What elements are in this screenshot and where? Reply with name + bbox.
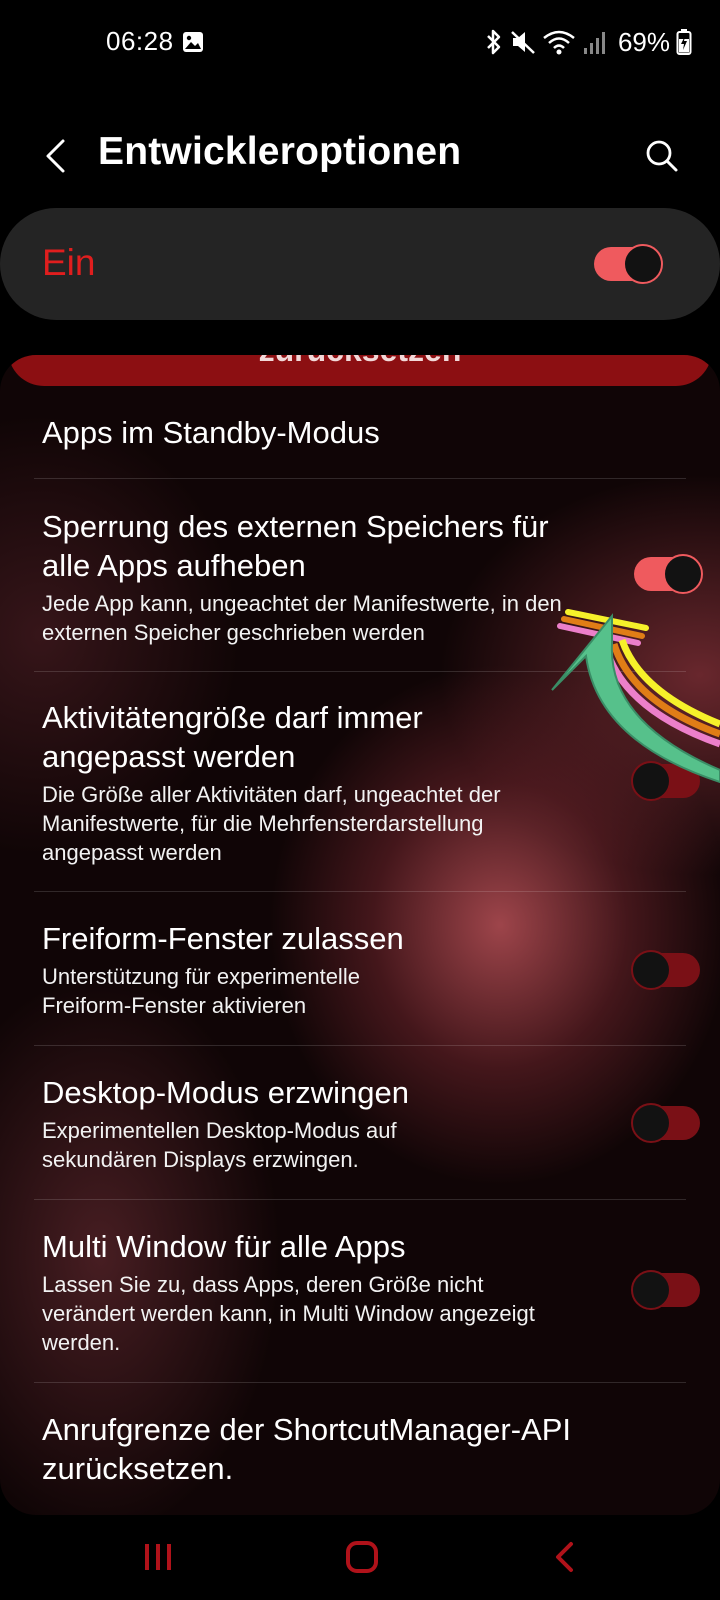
status-bar: 06:28 69% [0,0,720,90]
master-switch-label: Ein [42,242,96,283]
battery-percent: 69% [617,26,670,57]
divider [34,478,686,479]
screen: 06:28 69% Entwickleroptionen Ein Apps im… [0,0,720,1600]
setting-title: Apps im Standby-Modus [42,415,380,450]
toggle-knob [663,554,703,594]
back-button[interactable] [30,128,80,184]
mute-icon [511,31,535,54]
reset-button-label: zurücksetzen [8,355,712,369]
setting-description: Lassen Sie zu, dass Apps, deren Größe ni… [42,1272,535,1355]
bluetooth-icon [487,29,501,55]
setting-title: Multi Window für alle Apps [42,1229,406,1264]
setting-description: Unterstützung für experimentelle Freifor… [42,964,360,1018]
settings-list: zurücksetzen Apps im Standby-Modus Sperr… [0,355,720,1515]
freeform-windows-toggle[interactable] [631,950,700,990]
back-icon [556,1542,573,1572]
setting-shortcutmanager-reset[interactable]: Anrufgrenze der ShortcutManager-API zurü… [42,1410,682,1488]
status-time: 06:28 [106,26,174,56]
external-storage-toggle[interactable] [634,554,703,594]
setting-apps-standby[interactable]: Apps im Standby-Modus [42,413,682,452]
setting-title: Desktop-Modus erzwingen [42,1075,410,1110]
setting-desktop-mode[interactable]: Desktop-Modus erzwingen Experimentellen … [42,1073,700,1174]
toggle-knob [631,1270,671,1310]
divider [34,1045,686,1046]
master-switch-card[interactable]: Ein [0,208,720,320]
page-title: Entwickleroptionen [98,130,462,173]
arrow-annotation [551,609,720,784]
setting-description: Jede App kann, ungeachtet der Manifestwe… [42,591,562,645]
photo-icon [183,32,203,52]
divider [34,1382,686,1383]
setting-title: Aktivitätengröße darf immer angepasst we… [42,700,423,774]
setting-description: Experimentellen Desktop-Modus auf sekund… [42,1118,397,1172]
setting-title: Sperrung des externen Speichers für alle… [42,509,549,583]
multi-window-toggle[interactable] [631,1270,700,1310]
search-button[interactable] [634,128,690,184]
home-button[interactable] [332,1527,392,1587]
chevron-left-icon [46,139,65,173]
setting-title: Freiform-Fenster zulassen [42,921,404,956]
setting-title: Anrufgrenze der ShortcutManager-API zurü… [42,1412,571,1486]
app-bar: Entwickleroptionen [0,100,720,210]
nav-back-button[interactable] [534,1527,594,1587]
toggle-knob [623,244,663,284]
toggle-knob [631,1103,671,1143]
signal-icon [583,32,605,54]
setting-description: Die Größe aller Aktivitäten darf, ungeac… [42,782,501,865]
navigation-bar [0,1515,720,1600]
desktop-mode-toggle[interactable] [631,1103,700,1143]
divider [34,891,686,892]
toggle-knob [631,950,671,990]
master-switch-toggle[interactable] [594,244,663,284]
home-icon [346,1541,378,1573]
setting-freeform-windows[interactable]: Freiform-Fenster zulassen Unterstützung … [42,919,700,1020]
search-icon [646,140,678,172]
status-icons: 69% [484,24,692,60]
reset-button-partial[interactable]: zurücksetzen [8,355,712,386]
recent-apps-icon [145,1544,171,1570]
recent-apps-button[interactable] [128,1527,188,1587]
wifi-icon [543,30,575,55]
setting-multi-window[interactable]: Multi Window für alle Apps Lassen Sie zu… [42,1227,700,1357]
battery-icon [676,29,692,55]
divider [34,1199,686,1200]
